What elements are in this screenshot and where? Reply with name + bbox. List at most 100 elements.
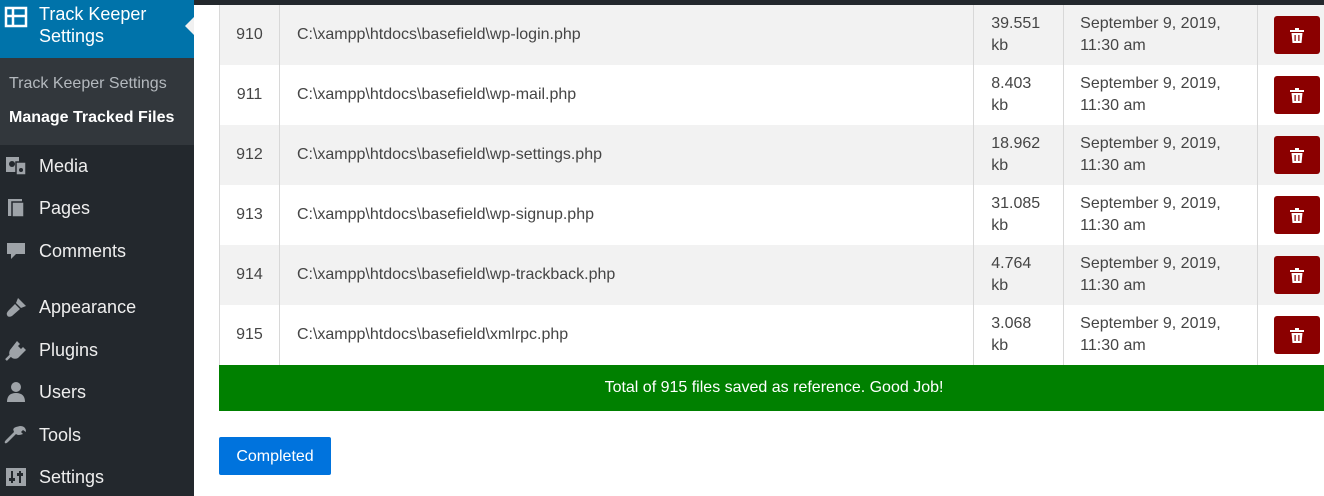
file-path: C:\xampp\htdocs\basefield\xmlrpc.php (278, 305, 975, 365)
file-size-value: 8.403 (991, 75, 1032, 92)
table-icon (4, 6, 28, 28)
file-id: 915 (219, 305, 280, 365)
file-date-day: September 9, 2019, (1080, 255, 1221, 272)
file-date-time: 11:30 am (1080, 37, 1146, 54)
file-actions (1256, 245, 1324, 305)
file-size-value: 18.962 (991, 135, 1041, 152)
file-size-unit: kb (991, 217, 1009, 234)
file-path: C:\xampp\htdocs\basefield\wp-login.php (278, 5, 975, 65)
sidebar-item-media[interactable]: Media (0, 148, 194, 184)
delete-button[interactable] (1273, 16, 1320, 54)
sidebar-item-comments[interactable]: Comments (0, 233, 194, 269)
label-line-1: Track Keeper (39, 4, 147, 24)
file-date: September 9, 2019, 11:30 am (1063, 65, 1258, 125)
file-date: September 9, 2019, 11:30 am (1063, 185, 1258, 245)
sidebar-item-tools[interactable]: Tools (0, 417, 194, 453)
comments-icon (7, 243, 25, 259)
sidebar-item-label: Track Keeper Settings (39, 3, 146, 47)
sidebar-submenu: Track Keeper Settings Manage Tracked Fil… (0, 58, 194, 145)
table-row: 914 C:\xampp\htdocs\basefield\wp-trackba… (219, 245, 1324, 305)
file-size: 31.085 kb (973, 185, 1065, 245)
file-size-unit: kb (991, 157, 1009, 174)
table-row: 912 C:\xampp\htdocs\basefield\wp-setting… (219, 125, 1324, 185)
completed-button[interactable]: Completed (219, 437, 331, 475)
file-date: September 9, 2019, 11:30 am (1063, 125, 1258, 185)
tracked-files-body: 910 C:\xampp\htdocs\basefield\wp-login.p… (219, 5, 1324, 365)
delete-button[interactable] (1273, 316, 1320, 354)
file-date: September 9, 2019, 11:30 am (1063, 5, 1258, 65)
file-id: 912 (219, 125, 280, 185)
file-actions (1256, 125, 1324, 185)
success-message: Total of 915 files saved as reference. G… (219, 365, 1324, 411)
file-date-day: September 9, 2019, (1080, 75, 1221, 92)
file-size: 3.068 kb (973, 305, 1065, 365)
file-date-time: 11:30 am (1080, 157, 1146, 174)
file-size-unit: kb (991, 337, 1009, 354)
file-size-unit: kb (991, 277, 1009, 294)
trash-icon (1289, 268, 1304, 283)
file-size-value: 4.764 (991, 255, 1032, 272)
sidebar-item-label: Tools (39, 425, 82, 445)
file-date-time: 11:30 am (1080, 97, 1146, 114)
sidebar-item-plugins[interactable]: Plugins (0, 332, 194, 368)
file-size: 4.764 kb (973, 245, 1065, 305)
sidebar-item-pages[interactable]: Pages (0, 190, 194, 226)
plugins-icon (5, 341, 26, 361)
file-id: 914 (219, 245, 280, 305)
file-date-day: September 9, 2019, (1080, 195, 1221, 212)
delete-button[interactable] (1273, 136, 1320, 174)
file-date-day: September 9, 2019, (1080, 135, 1221, 152)
file-id: 910 (219, 5, 280, 65)
trash-icon (1289, 28, 1304, 43)
delete-button[interactable] (1273, 256, 1320, 294)
table-row: 915 C:\xampp\htdocs\basefield\xmlrpc.php… (219, 305, 1324, 365)
sidebar-item-settings[interactable]: Settings (0, 459, 194, 495)
file-size-value: 3.068 (991, 315, 1032, 332)
sidebar-item-users[interactable]: Users (0, 374, 194, 410)
sidebar-item-label: Media (39, 156, 89, 176)
file-size: 39.551 kb (973, 5, 1065, 65)
file-path: C:\xampp\htdocs\basefield\wp-mail.php (278, 65, 975, 125)
users-icon (7, 382, 25, 402)
trash-icon (1289, 148, 1304, 163)
file-actions (1256, 185, 1324, 245)
trash-icon (1289, 208, 1304, 223)
table-row: 910 C:\xampp\htdocs\basefield\wp-login.p… (219, 5, 1324, 65)
current-menu-arrow (185, 17, 194, 35)
sidebar-item-label: Comments (39, 241, 127, 261)
file-id: 913 (219, 185, 280, 245)
file-path: C:\xampp\htdocs\basefield\wp-trackback.p… (278, 245, 975, 305)
file-date-time: 11:30 am (1080, 277, 1146, 294)
file-date: September 9, 2019, 11:30 am (1063, 245, 1258, 305)
sidebar-item-label: Appearance (39, 297, 137, 317)
submenu-item-track-keeper-settings[interactable]: Track Keeper Settings (9, 75, 167, 93)
media-icon (6, 157, 27, 176)
sidebar-item-label: Settings (39, 467, 105, 487)
file-date: September 9, 2019, 11:30 am (1063, 305, 1258, 365)
file-actions (1256, 305, 1324, 365)
file-size: 8.403 kb (973, 65, 1065, 125)
admin-sidebar: Track Keeper Settings Track Keeper Setti… (0, 0, 194, 496)
table-row: 911 C:\xampp\htdocs\basefield\wp-mail.ph… (219, 65, 1324, 125)
file-date-day: September 9, 2019, (1080, 15, 1221, 32)
submenu-item-manage-tracked-files[interactable]: Manage Tracked Files (9, 109, 174, 127)
appearance-icon (6, 298, 26, 317)
file-size-value: 31.085 (991, 195, 1041, 212)
file-id: 911 (219, 65, 280, 125)
delete-button[interactable] (1273, 76, 1320, 114)
label-line-2: Settings (39, 26, 105, 46)
file-size-value: 39.551 (991, 15, 1041, 32)
file-size-unit: kb (991, 97, 1009, 114)
sidebar-item-track-keeper[interactable]: Track Keeper Settings (0, 0, 194, 58)
tracked-files-table: 910 C:\xampp\htdocs\basefield\wp-login.p… (219, 5, 1324, 365)
file-date-time: 11:30 am (1080, 217, 1146, 234)
settings-icon (6, 468, 26, 486)
delete-button[interactable] (1273, 196, 1320, 234)
file-path: C:\xampp\htdocs\basefield\wp-signup.php (278, 185, 975, 245)
sidebar-item-appearance[interactable]: Appearance (0, 289, 194, 325)
file-size-unit: kb (991, 37, 1009, 54)
file-actions (1256, 65, 1324, 125)
file-path: C:\xampp\htdocs\basefield\wp-settings.ph… (278, 125, 975, 185)
table-row: 913 C:\xampp\htdocs\basefield\wp-signup.… (219, 185, 1324, 245)
file-date-time: 11:30 am (1080, 337, 1146, 354)
